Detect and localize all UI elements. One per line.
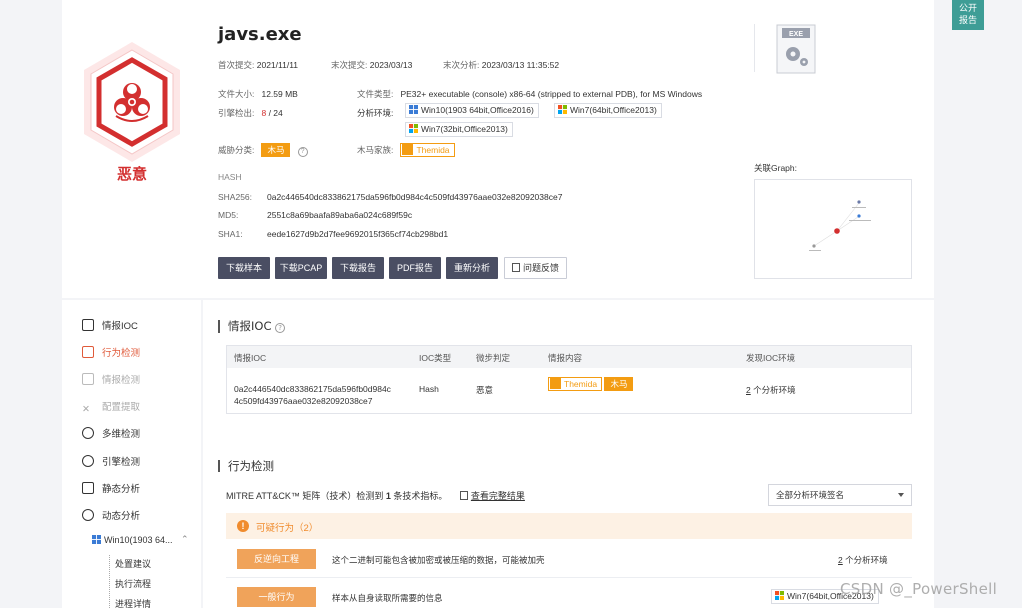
sidebar-item-dynamic-analysis[interactable]: 动态分析 (82, 508, 140, 526)
col-intel-content: 情报内容 (548, 353, 583, 363)
sidebar-sub-exec-flow[interactable]: 执行流程 (115, 577, 151, 590)
behavior-desc: 这个二进制可能包含被加密或被压缩的数据，可能被加壳 (332, 555, 545, 565)
env-tag-win10[interactable]: Win10(1903 64bit,Office2016) (405, 103, 539, 118)
sidebar-item-behavior[interactable]: 行为检测 (82, 345, 140, 363)
file-name: javs.exe (218, 24, 302, 45)
relation-graph[interactable] (754, 179, 912, 279)
ioc-section-title: 情报IOC ? (218, 320, 286, 333)
col-verdict: 微步判定 (476, 353, 511, 363)
family-tag[interactable]: Themida (548, 377, 603, 391)
col-ioc-type: IOC类型 (419, 353, 452, 363)
pdf-report-button[interactable]: PDF报告 (389, 257, 441, 279)
help-icon[interactable]: ? (297, 147, 308, 157)
sidebar-item-intel-ioc[interactable]: 情报IOC (82, 318, 138, 336)
sidebar-item-config-extract[interactable]: ✕ 配置提取 (82, 399, 140, 417)
verdict-label: 恶意 (116, 165, 147, 183)
doc-check-icon (82, 319, 94, 331)
chevron-up-icon[interactable]: ⌃ (181, 534, 189, 545)
sidebar-item-engine-detect[interactable]: 引擎检测 (82, 454, 140, 472)
caret-down-icon (898, 493, 904, 497)
last-submit: 末次提交: 2023/03/13 (331, 60, 413, 70)
tree-line (109, 555, 110, 608)
family-tag-icon (402, 144, 414, 155)
help-icon[interactable]: ? (275, 323, 286, 333)
engine-detections: 引擎检出: 8 / 24 (218, 108, 283, 118)
chart-icon (82, 346, 94, 358)
behavior-section-title: 行为检测 (218, 460, 274, 472)
svg-text:EXE: EXE (789, 31, 803, 38)
feedback-icon (511, 263, 520, 272)
sidebar-item-static-analysis[interactable]: 静态分析 (82, 481, 140, 499)
sidebar-sub-disposal[interactable]: 处置建议 (115, 557, 151, 570)
windows-icon (775, 591, 784, 600)
env-tag-win7-64[interactable]: Win7(64bit,Office2013) (554, 103, 662, 118)
env-signature-select[interactable]: 全部分析环境签名 (768, 484, 912, 506)
suspicious-behavior-header[interactable]: ! 可疑行为（2） (226, 513, 912, 539)
col-ioc: 情报IOC (234, 353, 267, 363)
env-label: 分析环境: (357, 108, 394, 118)
watermark: CSDN @_PowerShell (840, 580, 998, 598)
windows-icon (409, 105, 418, 114)
reanalyze-button[interactable]: 重新分析 (446, 257, 498, 279)
first-submit: 首次提交: 2021/11/11 (218, 60, 299, 70)
graph-canvas[interactable] (755, 180, 913, 280)
file-size: 文件大小: 12.59 MB (218, 89, 298, 99)
md5-row: MD5: 2551c8a69baafa89aba6a024c689f59c (218, 210, 413, 220)
list-icon (82, 482, 94, 494)
mitre-summary: MITRE ATT&CK™ 矩阵（技术）检测到 1 条技术指标。 查看完整结果 (226, 491, 525, 501)
behavior-tag-general[interactable]: 一般行为 (237, 587, 316, 607)
behavior-tag-anti-reverse[interactable]: 反逆向工程 (237, 549, 316, 569)
trojan-family: 木马家族: Themida (357, 143, 455, 157)
col-env: 发现IOC环境 (746, 353, 796, 363)
download-report-button[interactable]: 下载报告 (332, 257, 384, 279)
download-sample-button[interactable]: 下载样本 (218, 257, 270, 279)
row-divider (226, 577, 912, 578)
ioc-verdict: 恶意 (476, 385, 494, 395)
divider (754, 24, 755, 72)
ioc-type: Hash (419, 384, 439, 394)
refresh-icon (82, 509, 94, 521)
threat-category: 威胁分类: 木马 ? (218, 143, 308, 157)
sidebar-sub-process-detail[interactable]: 进程详情 (115, 597, 151, 608)
ioc-value[interactable]: 0a2c446540dc833862175da596fb0d984c 4c509… (234, 383, 391, 407)
windows-icon (92, 535, 101, 544)
public-report-button[interactable]: 公开 报告 (952, 0, 984, 30)
question-circle-icon (82, 455, 94, 467)
doc-icon (459, 491, 468, 500)
ioc-table: 情报IOC IOC类型 微步判定 情报内容 发现IOC环境 0a2c446540… (226, 345, 912, 414)
ioc-env-link[interactable]: 2 个分析环境 (746, 384, 796, 396)
behavior-desc: 样本从自身读取所需要的信息 (332, 593, 443, 603)
search-icon (82, 427, 94, 439)
feedback-button[interactable]: 问题反馈 (504, 257, 567, 279)
env-tag-win7-32[interactable]: Win7(32bit,Office2013) (405, 122, 513, 137)
threat-tag[interactable]: 木马 (604, 377, 634, 391)
family-tag-icon (550, 378, 561, 389)
malicious-badge (80, 40, 184, 164)
windows-icon (409, 124, 418, 133)
windows-icon (558, 105, 567, 114)
last-analysis: 末次分析: 2023/03/13 11:35:52 (443, 60, 560, 70)
sidebar-env-node[interactable]: Win10(1903 64... ⌃ (92, 534, 189, 545)
download-pcap-button[interactable]: 下载PCAP (275, 257, 327, 279)
sidebar-item-multi-detect[interactable]: 多维检测 (82, 426, 140, 444)
file-type: 文件类型: PE32+ executable (console) x86-64 … (357, 89, 703, 99)
sha256-row: SHA256: 0a2c446540dc833862175da596fb0d984… (218, 192, 563, 202)
tools-icon: ✕ (82, 404, 90, 415)
graph-title: 关联Graph: (754, 163, 797, 173)
view-full-results-link[interactable]: 查看完整结果 (471, 491, 525, 501)
biohazard-icon (84, 42, 180, 162)
sidebar-item-intel-detect[interactable]: 情报检测 (82, 372, 140, 390)
hash-title: HASH (218, 172, 242, 182)
ioc-intel-tags: Themida 木马 (548, 377, 634, 391)
family-tag[interactable]: Themida (400, 143, 455, 157)
exe-file-icon: EXE (776, 24, 816, 74)
threat-tag[interactable]: 木马 (261, 143, 291, 157)
grid-icon (82, 373, 94, 385)
behavior-env-link[interactable]: 2 个分析环境 (838, 554, 888, 566)
sha1-row: SHA1: eede1627d9b2d7fee9692015f365cf74cb2… (218, 229, 449, 239)
warning-icon: ! (237, 520, 249, 532)
